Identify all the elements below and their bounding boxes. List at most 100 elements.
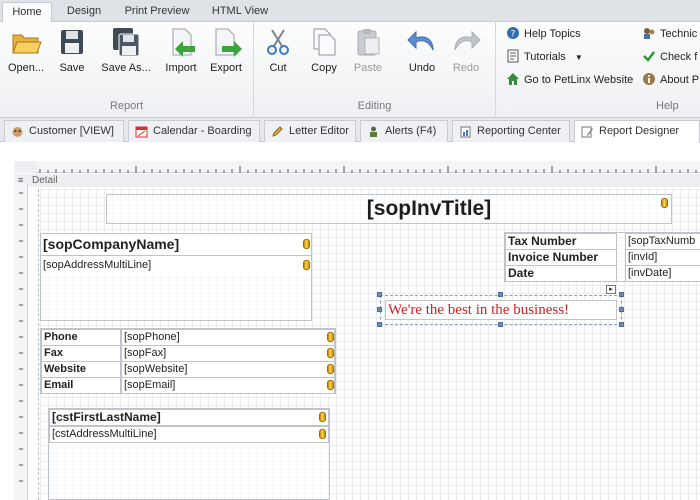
doc-tab-letter-editor[interactable]: Letter Editor — [264, 120, 356, 142]
band-label: Detail — [32, 175, 58, 186]
cut-label: Cut — [269, 62, 287, 74]
doc-tab-reporting-center[interactable]: Reporting Center — [452, 120, 570, 142]
data-binding-icon — [303, 260, 310, 270]
data-binding-icon — [327, 332, 334, 342]
company-info-box[interactable]: [sopCompanyName] [sopAddressMultiLine] — [40, 233, 312, 321]
undo-icon — [407, 30, 434, 51]
data-binding-icon — [661, 198, 668, 208]
redo-button[interactable]: Redo — [440, 26, 492, 82]
editing-group-label: Editing — [357, 100, 392, 112]
fax-field[interactable]: [sopFax] — [121, 345, 335, 362]
ruler-ticks — [39, 166, 697, 173]
support-icon — [644, 28, 655, 39]
dog-icon — [12, 127, 23, 137]
about-button[interactable]: About P — [642, 70, 699, 90]
resize-handle[interactable] — [377, 322, 382, 327]
pencil-icon — [272, 126, 283, 137]
invoice-date-field[interactable]: [invDate] — [625, 265, 700, 282]
tutorials-dropdown[interactable]: Tutorials ▼ — [506, 47, 583, 67]
customer-address-field[interactable]: [cstAddressMultiLine] — [49, 426, 329, 443]
detail-band-header[interactable]: ≡ Detail — [14, 174, 700, 187]
invoice-number-label: Invoice Number — [505, 249, 617, 266]
help-topics-label: Help Topics — [524, 28, 581, 40]
customer-name-field[interactable]: [cstFirstLastName] — [49, 409, 329, 426]
company-name-field[interactable]: [sopCompanyName] — [41, 234, 311, 256]
invoice-id-field[interactable]: [invId] — [625, 249, 700, 266]
petlinx-website-link[interactable]: Go to PetLinx Website — [506, 70, 633, 90]
tax-number-field[interactable]: [sopTaxNumb — [625, 233, 700, 250]
help-topics-button[interactable]: ? Help Topics — [506, 24, 581, 44]
help-icon: ? — [507, 27, 519, 40]
invoice-info-table[interactable]: Tax Number [sopTaxNumb Invoice Number [i… — [504, 232, 700, 282]
resize-handle[interactable] — [498, 292, 503, 297]
report-designer-surface: ≡ Detail [sopInvTitle] [sopCompanyName] … — [0, 143, 700, 500]
resize-handle[interactable] — [377, 307, 382, 312]
save-as-icon — [113, 28, 140, 57]
export-button[interactable]: Export — [200, 26, 252, 82]
resize-handle[interactable] — [619, 322, 624, 327]
cut-button[interactable]: Cut — [252, 26, 304, 82]
redo-label: Redo — [452, 62, 480, 74]
phone-field[interactable]: [sopPhone] — [121, 329, 335, 346]
address-field[interactable]: [sopAddressMultiLine] — [41, 258, 311, 274]
horizontal-ruler — [36, 161, 700, 173]
left-margin-guide — [38, 189, 39, 500]
ribbon-group-editing: Cut Copy Paste Undo Redo Editing — [254, 22, 496, 118]
info-icon — [643, 73, 655, 85]
phone-label: Phone — [41, 329, 121, 346]
data-binding-icon — [303, 239, 310, 249]
resize-handle[interactable] — [498, 322, 503, 327]
tab-html-view[interactable]: HTML View — [204, 2, 276, 22]
doc-tab-alerts[interactable]: Alerts (F4) — [360, 120, 448, 142]
doc-tab-calendar-boarding[interactable]: Calendar - Boarding — [128, 120, 260, 142]
contact-table[interactable]: Phone [sopPhone] Fax [sopFax] Website [s… — [40, 328, 336, 394]
resize-handle[interactable] — [619, 307, 624, 312]
report-title-box[interactable]: [sopInvTitle] — [106, 194, 672, 224]
save-as-label: Save As... — [101, 62, 151, 74]
save-button[interactable]: Save — [46, 26, 98, 82]
data-binding-icon — [319, 429, 326, 439]
redo-icon — [454, 30, 481, 51]
resize-handle[interactable] — [619, 292, 624, 297]
paste-button[interactable]: Paste — [342, 26, 394, 82]
data-binding-icon — [327, 348, 334, 358]
ribbon-tab-strip: Home Design Print Preview HTML View — [0, 0, 700, 23]
tab-home[interactable]: Home — [2, 2, 52, 23]
ribbon-group-report: Open... Save Save As... Import Export Re… — [0, 22, 254, 118]
date-label: Date — [505, 265, 617, 282]
tab-print-preview[interactable]: Print Preview — [116, 2, 198, 22]
report-icon — [460, 126, 471, 138]
document-tab-strip: Customer [VIEW] Calendar - Boarding Lett… — [0, 118, 700, 143]
ribbon: Open... Save Save As... Import Export Re… — [0, 22, 700, 118]
report-title[interactable]: [sopInvTitle] — [107, 197, 671, 221]
smart-tag-button[interactable]: ▸ — [606, 285, 616, 294]
customer-info-box[interactable]: [cstFirstLastName] [cstAddressMultiLine] — [48, 408, 330, 500]
open-button[interactable]: Open... — [0, 26, 52, 82]
save-as-button[interactable]: Save As... — [100, 26, 152, 82]
slogan-selection[interactable]: We're the best in the business! — [380, 295, 622, 325]
data-binding-icon — [327, 380, 334, 390]
tutorial-icon — [507, 49, 519, 63]
import-label: Import — [165, 62, 197, 74]
floppy-disk-icon — [61, 30, 83, 54]
svg-text:?: ? — [511, 30, 516, 40]
doc-tab-letter-editor-label: Letter Editor — [289, 125, 349, 137]
doc-tab-report-designer[interactable]: Report Designer — [574, 120, 700, 143]
vertical-ruler — [14, 183, 28, 500]
undo-label: Undo — [408, 62, 436, 74]
ribbon-group-help: ? Help Topics Tutorials ▼ Go to PetLinx … — [496, 22, 700, 118]
tax-number-label: Tax Number — [505, 233, 617, 250]
slogan-label[interactable]: We're the best in the business! — [385, 300, 617, 320]
house-icon — [507, 73, 519, 85]
copy-icon — [313, 28, 336, 56]
help-group-label: Help — [656, 100, 679, 112]
email-field[interactable]: [sopEmail] — [121, 377, 335, 394]
folder-open-icon — [12, 34, 42, 54]
export-label: Export — [210, 62, 242, 74]
check-updates-button[interactable]: Check f — [642, 47, 697, 67]
doc-tab-customer[interactable]: Customer [VIEW] — [4, 120, 124, 142]
tab-design[interactable]: Design — [56, 2, 112, 22]
website-field[interactable]: [sopWebsite] — [121, 361, 335, 378]
resize-handle[interactable] — [377, 292, 382, 297]
technical-support-button[interactable]: Technic — [642, 24, 697, 44]
